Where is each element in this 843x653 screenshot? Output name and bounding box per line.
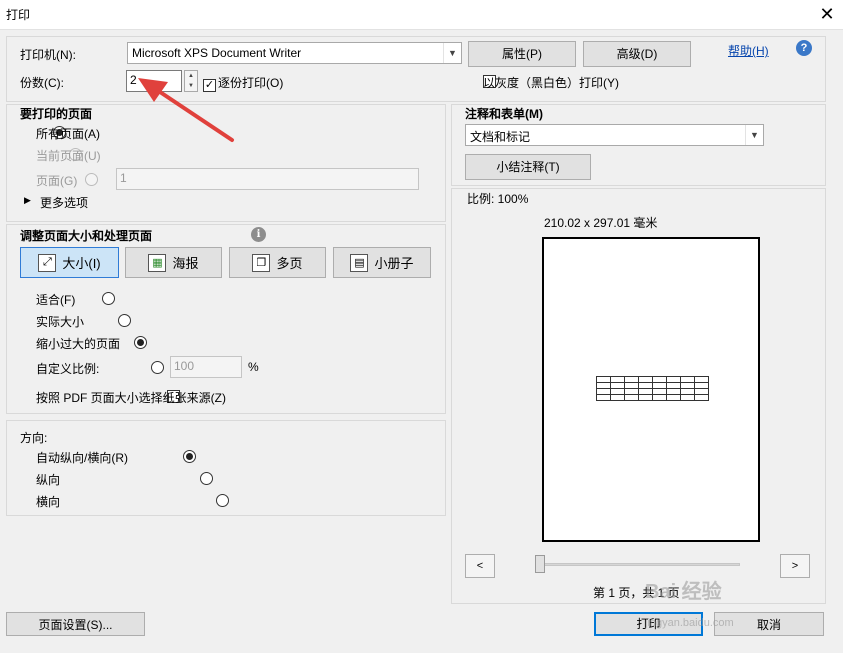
actual-size-label: 实际大小 xyxy=(36,315,85,329)
pages-range-label: 页面(G) xyxy=(36,174,78,188)
watermark: Bai 经验 xyxy=(645,581,722,603)
multiple-pages-button[interactable]: ❐ 多页 xyxy=(229,247,326,278)
page-sizing-title: 调整页面大小和处理页面 xyxy=(20,229,153,243)
fit-label: 适合(F) xyxy=(36,293,76,307)
close-icon[interactable]: ✕ xyxy=(814,2,840,26)
printer-label: 打印机(N): xyxy=(20,48,76,62)
custom-scale-radio[interactable] xyxy=(150,361,164,374)
chevron-down-icon: ▼ xyxy=(443,43,461,63)
expand-icon[interactable]: ▶ xyxy=(24,195,31,206)
size-icon: ⤢ xyxy=(38,253,57,272)
portrait-label: 纵向 xyxy=(36,473,61,487)
prev-page-button[interactable]: < xyxy=(465,554,495,578)
help-icon[interactable]: ? xyxy=(796,40,812,56)
multiple-pages-icon: ❐ xyxy=(252,253,271,272)
current-page-label: 当前页面(U) xyxy=(36,149,101,163)
size-button-label: 大小(I) xyxy=(62,256,101,271)
paper-source-label: 按照 PDF 页面大小选择纸张来源(Z) xyxy=(36,391,226,405)
custom-scale-input[interactable]: 100 xyxy=(170,356,242,378)
booklet-button-label: 小册子 xyxy=(374,256,414,271)
fit-radio[interactable] xyxy=(101,292,115,305)
page-dimensions: 210.02 x 297.01 毫米 xyxy=(544,216,658,230)
booklet-button[interactable]: ▤ 小册子 xyxy=(333,247,431,278)
all-pages-label: 所有页面(A) xyxy=(36,127,100,141)
next-page-button[interactable]: > xyxy=(780,554,810,578)
poster-icon: ▦ xyxy=(148,253,167,272)
pages-range-input[interactable]: 1 xyxy=(116,168,419,190)
title-bar: 打印 ✕ xyxy=(0,0,843,30)
printer-select[interactable]: Microsoft XPS Document Writer ▼ xyxy=(127,42,462,64)
poster-button[interactable]: ▦ 海报 xyxy=(125,247,222,278)
percent-label: % xyxy=(248,360,259,374)
size-button[interactable]: ⤢ 大小(I) xyxy=(20,247,119,278)
portrait-radio[interactable] xyxy=(199,472,213,485)
scale-label: 比例: 100% xyxy=(467,192,529,206)
properties-button[interactable]: 属性(P) xyxy=(468,41,576,67)
page-setup-button[interactable]: 页面设置(S)... xyxy=(6,612,145,636)
comments-title: 注释和表单(M) xyxy=(465,107,543,121)
auto-orientation-label: 自动纵向/横向(R) xyxy=(36,451,128,465)
printer-select-value: Microsoft XPS Document Writer xyxy=(132,46,302,60)
custom-scale-label: 自定义比例: xyxy=(36,362,100,376)
summarize-comments-button[interactable]: 小结注释(T) xyxy=(465,154,591,180)
info-icon[interactable]: i xyxy=(251,227,266,242)
grayscale-label: 以灰度（黑白色）打印(Y) xyxy=(483,76,619,90)
landscape-label: 横向 xyxy=(36,495,61,509)
copies-label: 份数(C): xyxy=(20,76,64,90)
chevron-down-icon: ▼ xyxy=(745,125,763,145)
comments-select[interactable]: 文档和标记 ▼ xyxy=(465,124,764,146)
help-link[interactable]: 帮助(H) xyxy=(728,42,769,59)
annotation-arrow xyxy=(138,78,234,142)
poster-button-label: 海报 xyxy=(172,256,199,271)
advanced-button[interactable]: 高级(D) xyxy=(583,41,691,67)
booklet-icon: ▤ xyxy=(350,253,369,272)
shrink-label: 缩小过大的页面 xyxy=(36,337,121,351)
multiple-pages-label: 多页 xyxy=(276,256,303,271)
orientation-title: 方向: xyxy=(20,431,48,445)
page-slider-track[interactable] xyxy=(537,563,740,566)
comments-select-value: 文档和标记 xyxy=(470,130,531,144)
window-title: 打印 xyxy=(6,8,31,22)
pages-section-title: 要打印的页面 xyxy=(20,107,93,121)
actual-size-radio[interactable] xyxy=(118,314,132,327)
preview-page xyxy=(542,237,760,542)
page-slider-thumb[interactable] xyxy=(535,555,545,573)
watermark-url: jingyan.baidu.com xyxy=(645,617,734,629)
more-options-toggle[interactable]: 更多选项 xyxy=(40,194,88,211)
preview-table-thumbnail xyxy=(596,376,709,401)
